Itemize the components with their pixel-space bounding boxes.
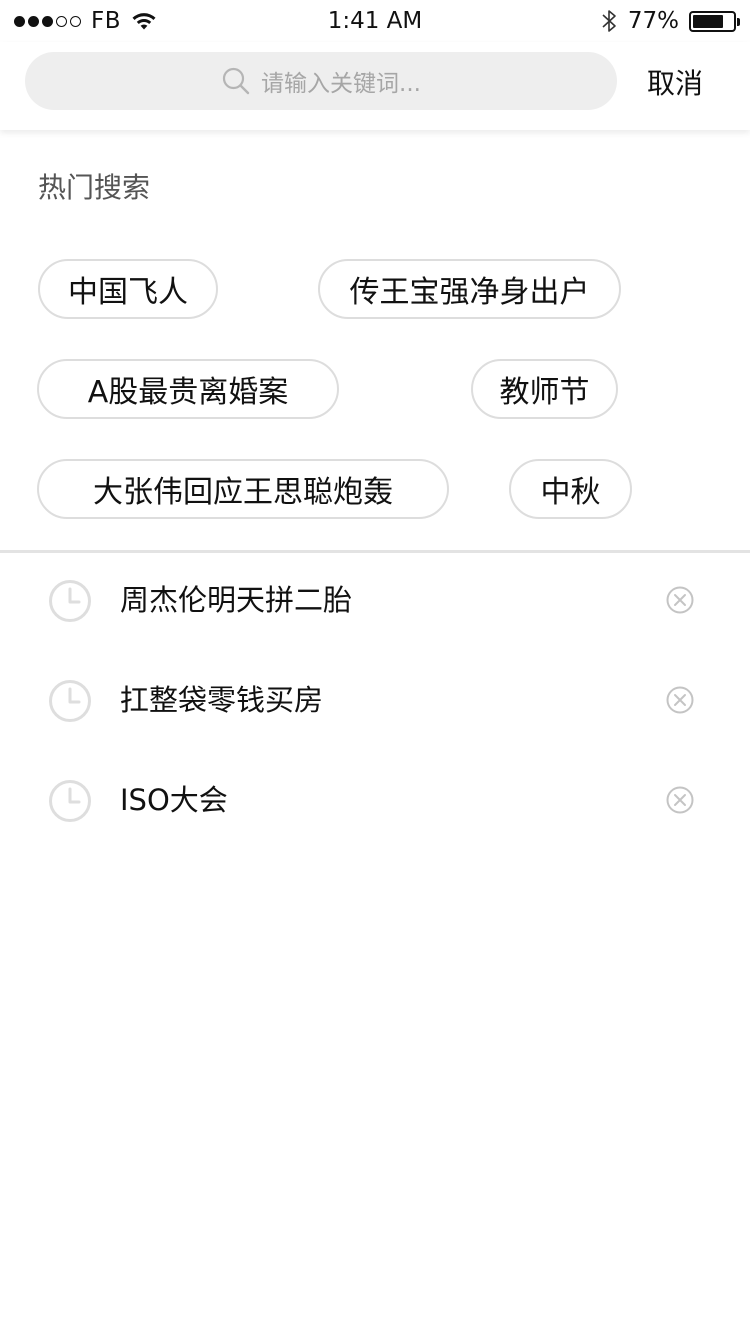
signal-dot xyxy=(28,15,39,27)
hot-search-tag[interactable]: A股最贵离婚案 xyxy=(37,359,339,419)
hot-search-tag[interactable]: 中国飞人 xyxy=(38,259,218,319)
hot-search-tag[interactable]: 教师节 xyxy=(471,359,618,419)
signal-strength-icon xyxy=(14,15,81,27)
clock-icon xyxy=(49,680,91,722)
status-bar: FB 1:41 AM 77% xyxy=(0,0,750,42)
history-item[interactable]: ISO大会 xyxy=(0,750,750,850)
bluetooth-icon xyxy=(602,10,616,32)
hot-search-tag[interactable]: 中秋 xyxy=(509,459,632,519)
cancel-button[interactable]: 取消 xyxy=(630,62,720,106)
clock-icon xyxy=(49,580,91,622)
history-item-label: ISO大会 xyxy=(120,783,228,817)
history-item-label: 周杰伦明天拼二胎 xyxy=(120,583,353,617)
close-circle-icon[interactable] xyxy=(665,785,695,815)
history-item[interactable]: 扛整袋零钱买房 xyxy=(0,650,750,750)
close-circle-icon[interactable] xyxy=(665,685,695,715)
search-placeholder: 请输入关键词... xyxy=(261,71,421,97)
hot-search-tag[interactable]: 大张伟回应王思聪炮轰 xyxy=(37,459,449,519)
hot-search-tag[interactable]: 传王宝强净身出户 xyxy=(318,259,621,319)
status-bar-left: FB xyxy=(14,8,157,34)
search-header: 请输入关键词... 取消 xyxy=(0,42,750,130)
wifi-icon xyxy=(132,13,156,30)
battery-percentage: 77% xyxy=(627,8,679,34)
hot-search-title: 热门搜索 xyxy=(38,171,151,204)
signal-dot xyxy=(56,15,67,27)
close-circle-icon[interactable] xyxy=(665,585,695,615)
battery-icon xyxy=(689,10,740,32)
search-icon xyxy=(222,67,250,95)
signal-dot xyxy=(42,15,53,27)
clock-icon xyxy=(49,780,91,822)
carrier-name: FB xyxy=(91,8,122,34)
history-item[interactable]: 周杰伦明天拼二胎 xyxy=(0,550,750,650)
search-screen: FB 1:41 AM 77% 请输入关键词... 取消 热门搜索 中国飞人 传王… xyxy=(0,0,750,1334)
history-item-label: 扛整袋零钱买房 xyxy=(120,683,324,717)
signal-dot xyxy=(14,15,25,27)
signal-dot xyxy=(70,15,81,27)
search-input[interactable]: 请输入关键词... xyxy=(25,52,617,110)
status-bar-right: 77% xyxy=(600,8,740,34)
battery-level-fill xyxy=(693,14,724,28)
